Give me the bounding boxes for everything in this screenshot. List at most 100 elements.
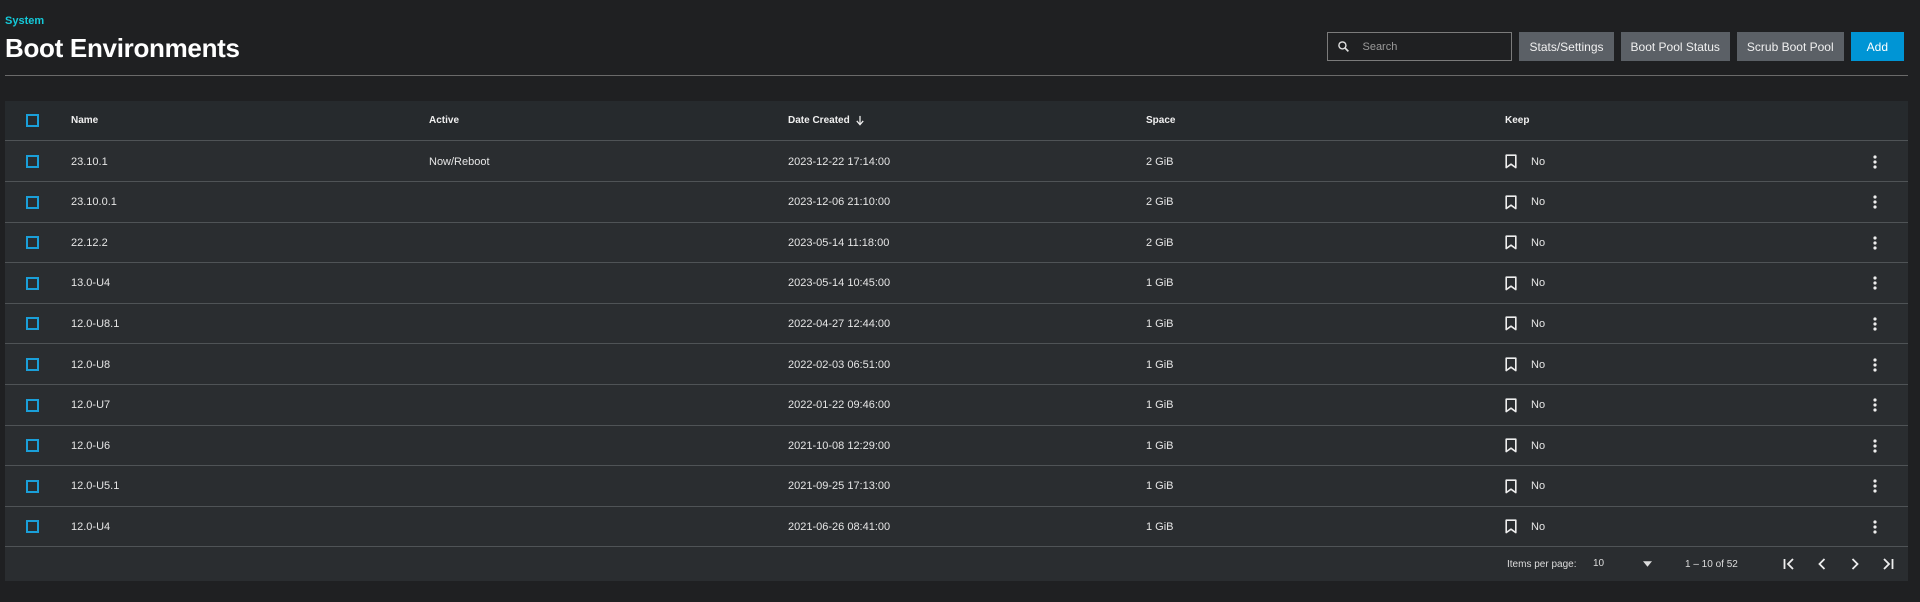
toolbar: Stats/Settings Boot Pool Status Scrub Bo… [1327, 32, 1904, 61]
more-vert-icon[interactable] [1873, 195, 1877, 209]
row-keep: No [1505, 479, 1545, 494]
page-title: Boot Environments [5, 33, 240, 63]
column-header-space[interactable]: Space [1146, 115, 1175, 126]
table-row[interactable]: 22.12.2 2023-05-14 11:18:00 2 GiB No [5, 223, 1908, 264]
column-header-keep[interactable]: Keep [1505, 115, 1529, 126]
row-keep-label: No [1531, 358, 1546, 371]
bookmark-icon[interactable] [1505, 235, 1517, 250]
row-date-created: 2022-02-03 06:51:00 [788, 358, 891, 371]
column-header-name[interactable]: Name [71, 115, 98, 126]
row-keep-label: No [1531, 277, 1546, 290]
bookmark-icon[interactable] [1505, 519, 1517, 534]
previous-page-icon[interactable] [1814, 556, 1830, 572]
row-checkbox[interactable] [26, 398, 39, 412]
bookmark-icon[interactable] [1505, 154, 1517, 169]
table-row[interactable]: 12.0-U6 2021-10-08 12:29:00 1 GiB No [5, 426, 1908, 467]
row-keep-label: No [1531, 439, 1546, 452]
bookmark-icon[interactable] [1505, 357, 1517, 372]
boot-environments-table: Name Active Date Created Space Keep 23.1… [5, 101, 1908, 581]
row-date-created: 2021-06-26 08:41:00 [788, 520, 891, 533]
row-actions-menu[interactable] [1873, 439, 1877, 453]
row-space: 1 GiB [1146, 358, 1174, 371]
more-vert-icon[interactable] [1873, 479, 1877, 493]
row-date-created: 2023-05-14 11:18:00 [788, 236, 890, 249]
scrub-boot-pool-button[interactable]: Scrub Boot Pool [1736, 32, 1844, 61]
title-divider [5, 75, 1908, 76]
row-actions-menu[interactable] [1873, 276, 1877, 290]
row-checkbox[interactable] [26, 479, 39, 493]
bookmark-icon[interactable] [1505, 479, 1517, 494]
more-vert-icon[interactable] [1873, 439, 1877, 453]
row-space: 2 GiB [1146, 155, 1174, 168]
bookmark-icon[interactable] [1505, 316, 1517, 331]
more-vert-icon[interactable] [1873, 317, 1877, 331]
boot-pool-status-button[interactable]: Boot Pool Status [1620, 32, 1730, 61]
row-actions-menu[interactable] [1873, 195, 1877, 209]
table-row[interactable]: 12.0-U4 2021-06-26 08:41:00 1 GiB No [5, 507, 1908, 548]
more-vert-icon[interactable] [1873, 154, 1877, 169]
row-name: 13.0-U4 [71, 277, 111, 290]
more-vert-icon[interactable] [1873, 520, 1877, 534]
row-keep: No [1505, 519, 1545, 534]
more-vert-icon[interactable] [1873, 398, 1877, 412]
search-input[interactable] [1362, 40, 1503, 53]
row-checkbox[interactable] [26, 236, 39, 250]
more-vert-icon[interactable] [1873, 236, 1877, 250]
table-row[interactable]: 13.0-U4 2023-05-14 10:45:00 1 GiB No [5, 264, 1908, 304]
row-actions-menu[interactable] [1873, 357, 1877, 372]
row-space: 2 GiB [1146, 236, 1174, 249]
page-size-select[interactable]: 10 [1593, 558, 1604, 569]
row-actions-menu[interactable] [1873, 520, 1877, 534]
row-keep: No [1505, 235, 1545, 250]
column-header-date-created[interactable]: Date Created [788, 115, 865, 126]
table-row[interactable]: 12.0-U8.1 2022-04-27 12:44:00 1 GiB No [5, 304, 1908, 345]
row-date-created: 2023-05-14 10:45:00 [788, 277, 891, 290]
table-row[interactable]: 12.0-U7 2022-01-22 09:46:00 1 GiB No [5, 386, 1908, 426]
next-page-icon[interactable] [1847, 556, 1863, 572]
bookmark-icon[interactable] [1505, 194, 1517, 210]
row-actions-menu[interactable] [1873, 398, 1877, 412]
first-page-icon[interactable] [1781, 556, 1797, 572]
select-all-checkbox[interactable] [26, 114, 39, 127]
row-name: 12.0-U6 [71, 439, 111, 452]
row-checkbox[interactable] [26, 358, 39, 371]
table-row[interactable]: 12.0-U5.1 2021-09-25 17:13:00 1 GiB No [5, 467, 1908, 507]
row-keep-label: No [1531, 236, 1546, 249]
stats-settings-button[interactable]: Stats/Settings [1519, 32, 1614, 61]
row-checkbox[interactable] [26, 439, 39, 453]
row-checkbox[interactable] [26, 317, 39, 331]
bookmark-icon[interactable] [1505, 397, 1517, 413]
column-header-active[interactable]: Active [429, 115, 459, 126]
row-name: 22.12.2 [71, 236, 108, 249]
row-name: 12.0-U4 [71, 520, 111, 533]
table-row[interactable]: 12.0-U8 2022-02-03 06:51:00 1 GiB No [5, 345, 1908, 385]
row-checkbox[interactable] [26, 195, 39, 209]
row-date-created: 2022-04-27 12:44:00 [788, 317, 891, 330]
add-button[interactable]: Add [1850, 32, 1904, 61]
row-date-created: 2021-10-08 12:29:00 [788, 439, 891, 452]
search-icon [1338, 41, 1350, 52]
page-range-label: 1 – 10 of 52 [1685, 559, 1738, 570]
row-checkbox[interactable] [26, 520, 39, 534]
table-row[interactable]: 23.10.0.1 2023-12-06 21:10:00 2 GiB No [5, 183, 1908, 223]
last-page-icon[interactable] [1880, 556, 1896, 572]
search-box[interactable] [1327, 32, 1513, 61]
row-actions-menu[interactable] [1873, 317, 1877, 331]
more-vert-icon[interactable] [1873, 357, 1877, 372]
more-vert-icon[interactable] [1873, 276, 1877, 290]
row-space: 1 GiB [1146, 480, 1174, 493]
row-keep-label: No [1531, 317, 1546, 330]
row-actions-menu[interactable] [1873, 154, 1877, 169]
bookmark-icon[interactable] [1505, 276, 1517, 291]
row-actions-menu[interactable] [1873, 479, 1877, 493]
breadcrumb[interactable]: System [5, 15, 44, 27]
bookmark-icon[interactable] [1505, 438, 1517, 453]
row-actions-menu[interactable] [1873, 236, 1877, 250]
row-name: 12.0-U8.1 [71, 317, 120, 330]
table-row[interactable]: 23.10.1 Now/Reboot 2023-12-22 17:14:00 2 Gi… [5, 142, 1908, 182]
row-date-created: 2021-09-25 17:13:00 [788, 480, 891, 493]
row-checkbox[interactable] [26, 276, 39, 290]
row-checkbox[interactable] [26, 155, 39, 168]
paginator: Items per page: 10 1 – 10 of 52 [5, 548, 1908, 581]
chevron-down-icon[interactable] [1643, 561, 1652, 567]
